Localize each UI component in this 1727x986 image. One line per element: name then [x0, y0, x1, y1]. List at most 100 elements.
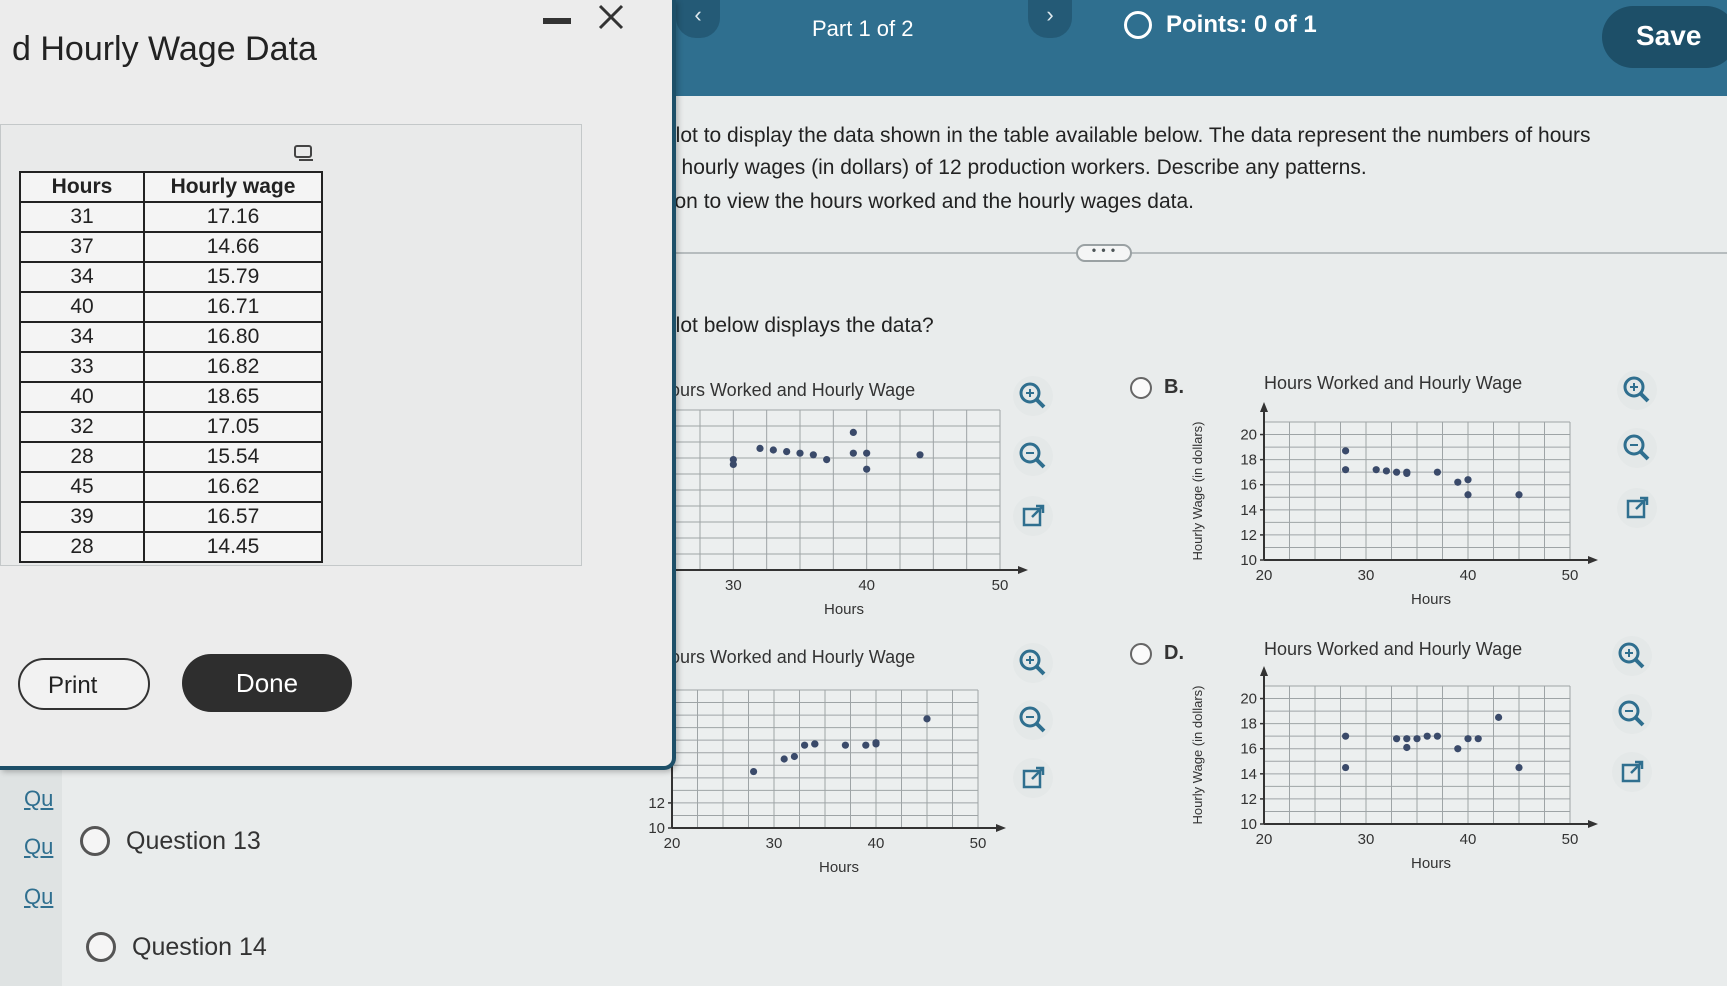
- zoom-in-icon: [1618, 642, 1645, 669]
- hourly-wage-cell: 15.54: [143, 441, 323, 473]
- print-button[interactable]: Print: [18, 658, 150, 710]
- y-tick-label: 14: [1240, 766, 1257, 783]
- y-tick-label: 10: [1240, 552, 1257, 569]
- points-circle-icon: [1124, 11, 1152, 39]
- data-point: [1495, 713, 1503, 721]
- data-point: [780, 755, 788, 763]
- data-point: [841, 741, 849, 749]
- y-tick-label: 10: [1240, 816, 1257, 833]
- y-axis-arrow: [1260, 402, 1268, 412]
- data-point: [1413, 735, 1421, 743]
- data-point: [811, 740, 819, 748]
- choice-d-popout-button[interactable]: [1612, 752, 1652, 792]
- choice-b-zoom-out-button[interactable]: [1617, 428, 1657, 468]
- hours-cell: 28: [19, 441, 145, 473]
- question-text-line-3: con to view the hours worked and the hou…: [664, 190, 1194, 213]
- data-point: [1372, 466, 1380, 474]
- question-13-item[interactable]: Question 13: [80, 826, 261, 856]
- data-point: [1393, 468, 1401, 476]
- sidebar-question-link[interactable]: Qu: [24, 786, 53, 812]
- choice-a-popout-button[interactable]: [1013, 496, 1053, 536]
- choice-b-zoom-in-button[interactable]: [1617, 370, 1657, 410]
- y-tick-label: 16: [1240, 741, 1257, 758]
- zoom-in-icon: [1019, 649, 1046, 676]
- data-point: [1403, 469, 1411, 478]
- points-indicator: Points: 0 of 1: [1124, 8, 1317, 42]
- copy-icon[interactable]: [293, 143, 315, 163]
- data-point: [809, 451, 817, 459]
- zoom-in-icon: [1623, 376, 1650, 403]
- chevron-left-icon: ‹: [694, 2, 702, 27]
- part-label: Part 1 of 2: [812, 16, 914, 41]
- choice-b-radio[interactable]: [1130, 376, 1152, 399]
- expand-button[interactable]: • • •: [1076, 244, 1132, 262]
- x-tick-label: 30: [766, 835, 783, 852]
- hours-cell: 34: [19, 321, 145, 353]
- data-point: [823, 456, 831, 464]
- external-link-icon: [1621, 760, 1644, 783]
- y-tick-label: 14: [1240, 502, 1257, 519]
- x-axis-arrow: [1588, 556, 1598, 564]
- zoom-out-icon: [1618, 700, 1645, 727]
- data-point: [1474, 735, 1482, 743]
- choice-a-zoom-out-button[interactable]: [1013, 436, 1053, 476]
- hourly-wage-cell: 17.05: [143, 411, 323, 443]
- hours-cell: 45: [19, 471, 145, 503]
- external-link-icon: [1626, 496, 1649, 519]
- done-button[interactable]: Done: [182, 654, 352, 712]
- sidebar-question-link[interactable]: Qu: [24, 884, 53, 910]
- choice-c-popout-button[interactable]: [1013, 758, 1053, 798]
- data-point: [801, 741, 809, 749]
- question-13-label: Question 13: [126, 826, 261, 855]
- data-point: [1454, 478, 1462, 486]
- save-button[interactable]: Save: [1602, 6, 1727, 68]
- hourly-wage-cell: 14.66: [143, 231, 323, 263]
- x-tick-label: 50: [1562, 567, 1579, 584]
- hours-cell: 31: [19, 201, 145, 233]
- hours-cell: 32: [19, 411, 145, 443]
- choice-a-scatter-plot: 30 40 50 Hours: [660, 409, 1028, 618]
- data-point: [849, 449, 857, 457]
- hourly-wage-cell: 14.45: [143, 531, 323, 563]
- x-tick-label: 30: [1358, 567, 1375, 584]
- x-axis-arrow: [1018, 566, 1028, 574]
- data-point: [1515, 763, 1523, 772]
- choice-d-zoom-in-button[interactable]: [1612, 636, 1652, 676]
- data-point: [1342, 763, 1350, 772]
- table-row: 28 15.54: [19, 441, 323, 473]
- close-icon[interactable]: [596, 2, 628, 34]
- choice-d-letter: D.: [1164, 642, 1184, 664]
- y-axis-arrow: [1260, 666, 1268, 676]
- y-tick-label: 20: [1240, 691, 1257, 708]
- sidebar-question-link[interactable]: Qu: [24, 834, 53, 860]
- previous-question-button[interactable]: ‹: [676, 0, 720, 38]
- hourly-wage-cell: 18.65: [143, 381, 323, 413]
- choice-a-zoom-in-button[interactable]: [1013, 376, 1053, 416]
- choice-d-radio[interactable]: [1130, 642, 1152, 665]
- x-tick-label: 50: [970, 835, 987, 852]
- choice-c-zoom-in-button[interactable]: [1013, 643, 1053, 683]
- choice-d[interactable]: D.: [1130, 642, 1184, 665]
- choice-b[interactable]: B.: [1130, 376, 1184, 399]
- zoom-in-icon: [1019, 382, 1046, 409]
- minimize-icon[interactable]: [543, 18, 571, 24]
- x-tick-label: 30: [725, 577, 742, 594]
- choice-b-popout-button[interactable]: [1617, 488, 1657, 528]
- zoom-out-icon: [1623, 434, 1650, 461]
- external-link-icon: [1022, 504, 1045, 527]
- next-question-button[interactable]: ›: [1028, 0, 1072, 38]
- question-14-item[interactable]: Question 14: [86, 932, 267, 962]
- zoom-out-icon: [1019, 442, 1046, 469]
- hourly-wage-cell: 17.16: [143, 201, 323, 233]
- question-prompt: plot below displays the data?: [664, 314, 934, 337]
- data-point: [1342, 466, 1350, 474]
- choice-c-zoom-out-button[interactable]: [1013, 700, 1053, 740]
- hourly-wage-cell: 15.79: [143, 261, 323, 293]
- question-status-icon: [80, 826, 110, 856]
- table-row: 34 15.79: [19, 261, 323, 293]
- hours-cell: 40: [19, 291, 145, 323]
- choice-c-plot-title: ours Worked and Hourly Wage: [670, 647, 916, 667]
- external-link-icon: [1022, 766, 1045, 789]
- data-point: [1464, 491, 1472, 499]
- choice-d-zoom-out-button[interactable]: [1612, 694, 1652, 734]
